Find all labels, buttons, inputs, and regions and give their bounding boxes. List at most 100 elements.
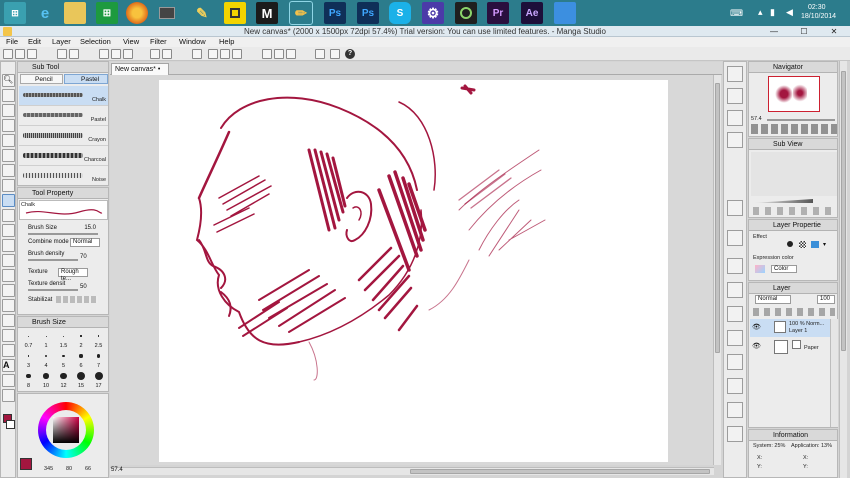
file-explorer-icon[interactable] bbox=[64, 2, 86, 24]
menu-help[interactable]: Help bbox=[219, 37, 234, 47]
brush-tool[interactable] bbox=[2, 209, 15, 222]
close-button[interactable]: ✕ bbox=[820, 26, 848, 37]
canvas-tab[interactable]: New canvas* • bbox=[111, 63, 169, 75]
panel-icon-1[interactable] bbox=[727, 66, 743, 82]
cut-button[interactable] bbox=[99, 49, 109, 59]
menu-window[interactable]: Window bbox=[179, 37, 206, 47]
stabilization-slider[interactable] bbox=[56, 296, 98, 303]
share-button[interactable] bbox=[315, 49, 325, 59]
chevron-up-icon[interactable]: ▴ bbox=[758, 7, 763, 18]
photoshop-2-icon[interactable]: Ps bbox=[357, 2, 379, 24]
media-icon[interactable] bbox=[455, 2, 477, 24]
firefox-icon[interactable] bbox=[126, 2, 148, 24]
texture-density-slider[interactable] bbox=[28, 289, 78, 291]
ruler-tool[interactable] bbox=[2, 344, 15, 357]
panel-icon-7[interactable] bbox=[727, 258, 743, 274]
menu-layer[interactable]: Layer bbox=[52, 37, 71, 47]
open-file-button[interactable] bbox=[15, 49, 25, 59]
panel-icon-2[interactable] bbox=[727, 88, 743, 104]
brush-size-preset[interactable]: 8 bbox=[20, 370, 37, 390]
panel-icon-12[interactable] bbox=[727, 378, 743, 394]
brush-size-preset[interactable]: 2.5 bbox=[90, 330, 107, 350]
brush-item-noise[interactable]: Noise bbox=[19, 166, 108, 186]
brush-item-chalk[interactable]: Chalk bbox=[19, 86, 108, 106]
invert-selection-button[interactable] bbox=[220, 49, 230, 59]
clock-date[interactable]: 18/10/2014 bbox=[801, 13, 836, 20]
skype-icon[interactable]: S bbox=[389, 2, 411, 24]
transform-button[interactable] bbox=[192, 49, 202, 59]
selection-tool[interactable] bbox=[2, 134, 15, 147]
copy-button[interactable] bbox=[111, 49, 121, 59]
panel-icon-13[interactable] bbox=[727, 402, 743, 418]
navigator-buttons[interactable] bbox=[751, 124, 837, 134]
color-wheel[interactable] bbox=[38, 402, 94, 458]
text-tool[interactable]: A bbox=[2, 359, 15, 372]
minimize-button[interactable]: — bbox=[760, 26, 788, 37]
figure-tool[interactable] bbox=[2, 314, 15, 327]
volume-icon[interactable]: ◀ bbox=[786, 7, 793, 18]
texture-select[interactable]: Rough te... bbox=[58, 268, 88, 282]
sub-view-buttons[interactable] bbox=[753, 207, 835, 215]
brush-size-preset[interactable]: 4 bbox=[38, 350, 55, 370]
clear-button[interactable] bbox=[150, 49, 160, 59]
right-panel-scroll-thumb[interactable] bbox=[841, 71, 846, 351]
canvas-horizontal-scrollbar[interactable]: 57.4 bbox=[110, 467, 714, 475]
menu-view[interactable]: View bbox=[123, 37, 139, 47]
brush-size-preset[interactable]: 0.7 bbox=[20, 330, 37, 350]
panel-icon-14[interactable] bbox=[727, 426, 743, 442]
help-icon[interactable]: ? bbox=[345, 49, 355, 59]
fill-button[interactable] bbox=[162, 49, 172, 59]
tab-pencil[interactable]: Pencil bbox=[20, 74, 63, 84]
current-color-swatch[interactable] bbox=[20, 458, 32, 470]
blend-tool[interactable] bbox=[2, 269, 15, 282]
canvas-vertical-scrollbar[interactable] bbox=[713, 75, 721, 465]
layer-scrollbar[interactable] bbox=[830, 319, 838, 427]
snap-grid-button[interactable] bbox=[274, 49, 284, 59]
brush-size-preset[interactable]: 7 bbox=[90, 350, 107, 370]
new-file-button[interactable] bbox=[3, 49, 13, 59]
eraser-tool[interactable] bbox=[2, 254, 15, 267]
windows-store-icon[interactable]: ⊞ bbox=[4, 2, 26, 24]
layer-row[interactable]: 👁︎ 100 % Norm... Layer 1 bbox=[750, 319, 837, 337]
layer-buttons[interactable] bbox=[753, 308, 835, 316]
brush-size-preset[interactable]: 1.5 bbox=[55, 330, 72, 350]
selection-tool-button[interactable] bbox=[232, 49, 242, 59]
brush-icon[interactable]: ✏ bbox=[289, 1, 313, 25]
photoshop-icon[interactable]: Ps bbox=[324, 2, 346, 24]
pencil-app-icon[interactable]: ✎ bbox=[191, 2, 213, 24]
right-panel-scrollbar[interactable] bbox=[839, 61, 847, 478]
redo-button[interactable] bbox=[69, 49, 79, 59]
zoom-readout[interactable]: 57.4 bbox=[111, 467, 123, 473]
panel-icon-8[interactable] bbox=[727, 282, 743, 298]
panel-icon-10[interactable] bbox=[727, 330, 743, 346]
menu-selection[interactable]: Selection bbox=[80, 37, 111, 47]
menu-file[interactable]: File bbox=[6, 37, 18, 47]
close-tab-icon[interactable]: • bbox=[158, 66, 160, 73]
sub-view-area[interactable] bbox=[751, 152, 837, 196]
balloon-tool[interactable] bbox=[2, 374, 15, 387]
combine-mode-select[interactable]: Normal bbox=[70, 238, 100, 247]
expression-color-select[interactable]: Color bbox=[771, 265, 797, 273]
undo-button[interactable] bbox=[57, 49, 67, 59]
premiere-icon[interactable]: Pr bbox=[487, 2, 509, 24]
layer-row[interactable]: 👁︎ Paper bbox=[750, 338, 837, 356]
move-tool[interactable] bbox=[2, 104, 15, 117]
gear-icon[interactable]: ⚙ bbox=[422, 2, 444, 24]
blend-mode-select[interactable]: Normal bbox=[755, 295, 791, 304]
panel-icon-4[interactable] bbox=[727, 132, 743, 148]
brush-size-preset[interactable]: 17 bbox=[90, 370, 107, 390]
brush-item-pastel[interactable]: Pastel bbox=[19, 106, 108, 126]
navigator-zoom-slider[interactable] bbox=[767, 119, 835, 121]
opacity-field[interactable]: 100 bbox=[817, 295, 835, 304]
correct-line-tool[interactable] bbox=[2, 389, 15, 402]
object-tool[interactable] bbox=[2, 119, 15, 132]
eye-icon[interactable]: 👁︎ bbox=[752, 323, 761, 331]
brush-size-preset[interactable]: 1 bbox=[38, 330, 55, 350]
brush-density-value[interactable]: 70 bbox=[80, 254, 87, 260]
horizontal-scroll-thumb[interactable] bbox=[410, 469, 710, 474]
pen-tool[interactable] bbox=[2, 179, 15, 192]
keyboard-icon[interactable]: ⌨ bbox=[730, 8, 743, 19]
snap-special-button[interactable] bbox=[286, 49, 296, 59]
manga-studio-icon[interactable]: M bbox=[256, 2, 278, 24]
panel-icon-3[interactable] bbox=[727, 110, 743, 126]
